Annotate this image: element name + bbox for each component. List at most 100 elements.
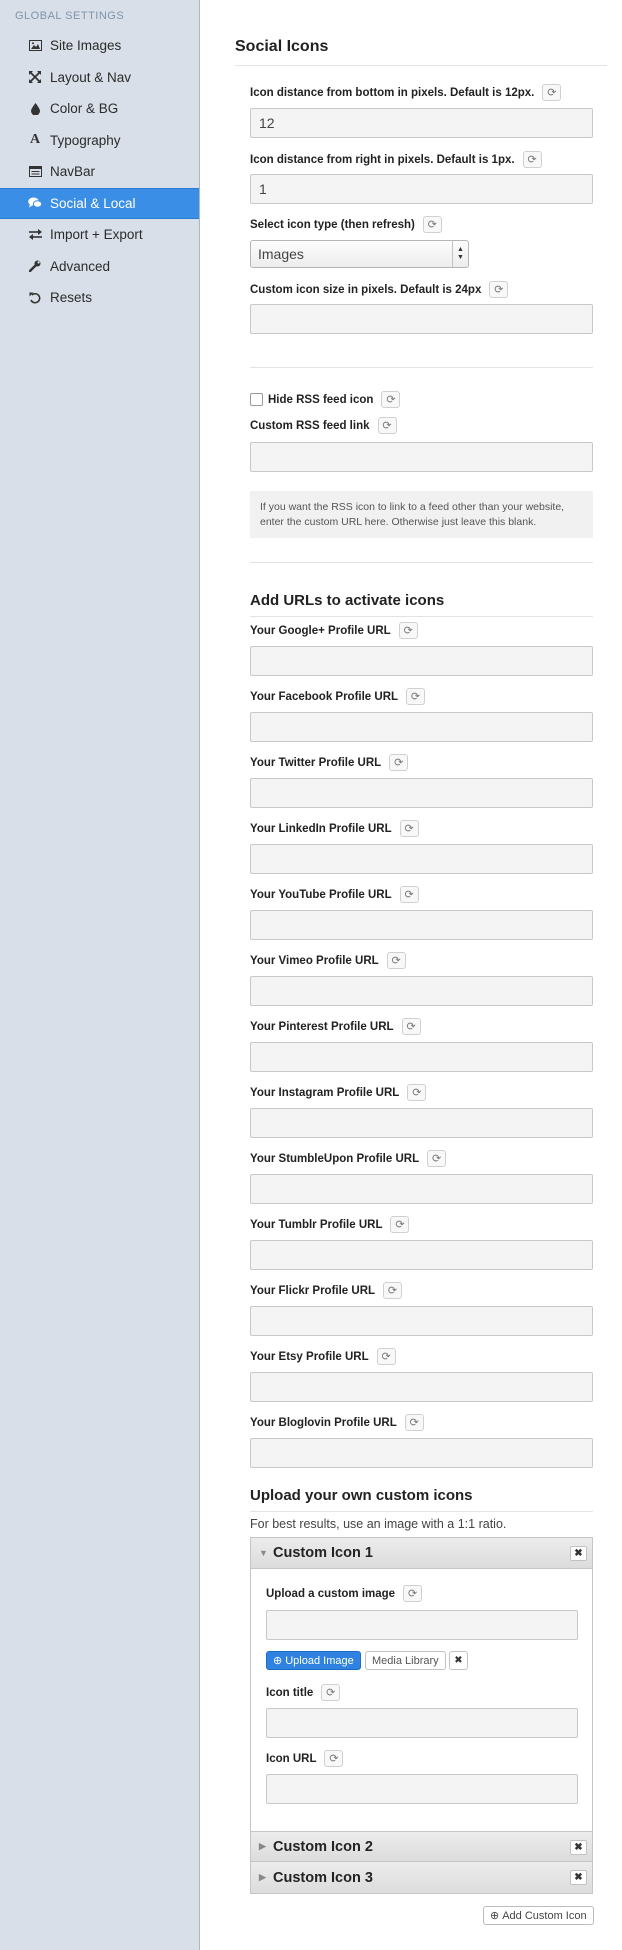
icon-type-select[interactable]: Images ▲ ▼ xyxy=(250,240,469,268)
profile-url-label: Your Instagram Profile URL ⟳ xyxy=(250,1084,427,1101)
refresh-icon[interactable]: ⟳ xyxy=(542,84,562,101)
refresh-icon[interactable]: ⟳ xyxy=(399,820,419,837)
distance-right-input[interactable] xyxy=(250,174,593,204)
profile-url-input[interactable] xyxy=(250,646,593,676)
refresh-icon[interactable]: ⟳ xyxy=(389,754,409,771)
custom-icon-header-3[interactable]: ▶ Custom Icon 3 ✖ xyxy=(251,1862,592,1893)
wrench-icon xyxy=(26,260,44,273)
profile-url-input[interactable] xyxy=(250,1240,593,1270)
distance-right-label-text: Icon distance from right in pixels. Defa… xyxy=(250,153,515,166)
icon-url-input[interactable] xyxy=(266,1774,578,1804)
refresh-icon[interactable]: ⟳ xyxy=(386,952,406,969)
profile-url-label-text: Your Flickr Profile URL xyxy=(250,1284,376,1297)
icon-type-label: Select icon type (then refresh) ⟳ xyxy=(250,216,442,233)
upload-image-button[interactable]: ⊕ Upload Image xyxy=(266,1651,361,1670)
profile-url-label: Your Flickr Profile URL ⟳ xyxy=(250,1282,403,1299)
refresh-icon[interactable]: ⟳ xyxy=(390,1216,410,1233)
remove-icon[interactable]: ✖ xyxy=(570,1840,587,1855)
droplet-icon xyxy=(26,102,44,115)
profile-url-label: Your Twitter Profile URL ⟳ xyxy=(250,754,409,771)
rss-link-input[interactable] xyxy=(250,442,593,472)
refresh-icon[interactable]: ⟳ xyxy=(422,216,442,233)
profile-url-label-text: Your Bloglovin Profile URL xyxy=(250,1416,397,1429)
sidebar-heading: GLOBAL SETTINGS xyxy=(15,10,125,22)
refresh-icon[interactable]: ⟳ xyxy=(522,151,542,168)
profile-url-label-text: Your Tumblr Profile URL xyxy=(250,1218,383,1231)
icon-title-label: Icon title ⟳ xyxy=(266,1684,341,1701)
refresh-icon[interactable]: ⟳ xyxy=(489,281,509,298)
profile-url-input[interactable] xyxy=(250,778,593,808)
refresh-icon[interactable]: ⟳ xyxy=(427,1150,447,1167)
refresh-icon[interactable]: ⟳ xyxy=(401,1018,421,1035)
refresh-icon[interactable]: ⟳ xyxy=(381,391,401,408)
refresh-icon[interactable]: ⟳ xyxy=(406,688,426,705)
sidebar: GLOBAL SETTINGS Site Images Layout & Nav… xyxy=(0,0,200,1950)
profile-url-label: Your Etsy Profile URL ⟳ xyxy=(250,1348,396,1365)
refresh-icon[interactable]: ⟳ xyxy=(407,1084,427,1101)
icon-title-label-text: Icon title xyxy=(266,1686,314,1699)
profile-url-label-text: Your Instagram Profile URL xyxy=(250,1086,400,1099)
remove-icon[interactable]: ✖ xyxy=(570,1546,587,1561)
page-title: Social Icons xyxy=(235,38,607,66)
distance-right-label: Icon distance from right in pixels. Defa… xyxy=(250,151,542,168)
sidebar-item-typography[interactable]: A Typography xyxy=(0,125,199,157)
profile-url-label: Your Google+ Profile URL ⟳ xyxy=(250,622,418,639)
profile-url-input[interactable] xyxy=(250,1372,593,1402)
profile-url-input[interactable] xyxy=(250,1438,593,1468)
profile-url-input[interactable] xyxy=(250,976,593,1006)
list-icon xyxy=(26,166,44,178)
profile-url-input[interactable] xyxy=(250,712,593,742)
refresh-icon[interactable]: ⟳ xyxy=(324,1750,344,1767)
hide-rss-checkbox[interactable] xyxy=(250,393,263,406)
refresh-icon[interactable]: ⟳ xyxy=(403,1585,423,1602)
icon-url-label: Icon URL ⟳ xyxy=(266,1750,344,1767)
undo-icon xyxy=(26,292,44,304)
icon-title-input[interactable] xyxy=(266,1708,578,1738)
sidebar-item-color-bg[interactable]: Color & BG xyxy=(0,93,199,125)
refresh-icon[interactable]: ⟳ xyxy=(376,1348,396,1365)
plus-circle-icon: ⊕ xyxy=(273,1655,283,1667)
profile-url-input[interactable] xyxy=(250,1042,593,1072)
sidebar-item-layout-nav[interactable]: Layout & Nav xyxy=(0,62,199,94)
profile-url-input[interactable] xyxy=(250,910,593,940)
refresh-icon[interactable]: ⟳ xyxy=(399,886,419,903)
refresh-icon[interactable]: ⟳ xyxy=(404,1414,424,1431)
profile-url-input[interactable] xyxy=(250,1108,593,1138)
caret-right-icon: ▶ xyxy=(259,1841,266,1851)
refresh-icon[interactable]: ⟳ xyxy=(383,1282,403,1299)
refresh-icon[interactable]: ⟳ xyxy=(377,417,397,434)
upload-note: For best results, use an image with a 1:… xyxy=(250,1517,507,1531)
profile-url-label-text: Your Facebook Profile URL xyxy=(250,690,399,703)
distance-bottom-input[interactable] xyxy=(250,108,593,138)
sidebar-item-label: Resets xyxy=(50,290,93,306)
sidebar-item-navbar[interactable]: NavBar xyxy=(0,156,199,188)
profile-url-input[interactable] xyxy=(250,1306,593,1336)
clear-image-button[interactable]: ✖ xyxy=(449,1651,468,1670)
plus-circle-icon: ⊕ xyxy=(490,1910,500,1922)
custom-icon-header[interactable]: ▼ Custom Icon 1 ✖ xyxy=(251,1538,592,1569)
add-custom-icon-label: Add Custom Icon xyxy=(502,1909,587,1922)
profile-url-label: Your Facebook Profile URL ⟳ xyxy=(250,688,426,705)
distance-bottom-label: Icon distance from bottom in pixels. Def… xyxy=(250,84,562,101)
refresh-icon[interactable]: ⟳ xyxy=(321,1684,341,1701)
profile-url-label-text: Your Etsy Profile URL xyxy=(250,1350,369,1363)
divider xyxy=(250,367,593,368)
media-library-button[interactable]: Media Library xyxy=(365,1651,446,1670)
profile-url-input[interactable] xyxy=(250,1174,593,1204)
profile-url-label-text: Your YouTube Profile URL xyxy=(250,888,392,901)
custom-icon-body: Upload a custom image ⟳ ⊕ Upload Image M… xyxy=(251,1569,592,1831)
upload-image-input[interactable] xyxy=(266,1610,578,1640)
custom-icon-title: Custom Icon 2 xyxy=(273,1838,373,1855)
profile-url-input[interactable] xyxy=(250,844,593,874)
add-custom-icon-button[interactable]: ⊕ Add Custom Icon xyxy=(483,1906,594,1925)
refresh-icon[interactable]: ⟳ xyxy=(398,622,418,639)
profile-url-label-text: Your StumbleUpon Profile URL xyxy=(250,1152,420,1165)
custom-icon-header-2[interactable]: ▶ Custom Icon 2 ✖ xyxy=(251,1831,592,1862)
icon-size-input[interactable] xyxy=(250,304,593,334)
sidebar-item-advanced[interactable]: Advanced xyxy=(0,251,199,283)
sidebar-item-social-local[interactable]: Social & Local xyxy=(0,187,199,219)
sidebar-item-site-images[interactable]: Site Images xyxy=(0,30,199,62)
remove-icon[interactable]: ✖ xyxy=(570,1870,587,1885)
sidebar-item-resets[interactable]: Resets xyxy=(0,282,199,314)
sidebar-item-import-export[interactable]: Import + Export xyxy=(0,219,199,251)
